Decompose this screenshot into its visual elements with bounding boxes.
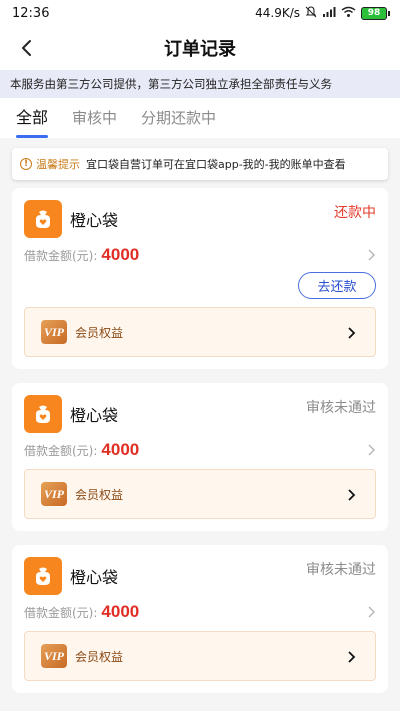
chevron-right-icon	[347, 649, 357, 668]
tip-label: 温馨提示	[36, 158, 80, 171]
nav-bar: 订单记录	[0, 26, 400, 70]
tab-bar: 全部 审核中 分期还款中	[0, 98, 400, 138]
status-icons: 44.9K/s 98	[255, 5, 390, 21]
vip-label: 会员权益	[75, 487, 124, 502]
order-card[interactable]: 橙心袋 审核未通过 借款金额(元): 4000 VIP 会员权益	[12, 545, 388, 693]
vip-label: 会员权益	[75, 325, 124, 340]
tab-reviewing[interactable]: 审核中	[72, 107, 117, 138]
signal-icon	[322, 6, 336, 21]
vip-icon: VIP	[41, 320, 67, 344]
tab-installment[interactable]: 分期还款中	[141, 107, 216, 138]
vip-icon: VIP	[41, 644, 67, 668]
back-icon[interactable]	[14, 35, 40, 61]
chevron-right-icon[interactable]	[366, 442, 376, 461]
info-icon: !	[20, 158, 32, 170]
chevron-right-icon	[347, 325, 357, 344]
app-name: 橙心袋	[70, 406, 119, 425]
amount-value: 4000	[101, 440, 140, 459]
chevron-right-icon[interactable]	[366, 247, 376, 266]
amount-value: 4000	[101, 602, 140, 621]
orange-bag-logo-icon	[24, 200, 62, 238]
service-notice: 本服务由第三方公司提供，第三方公司独立承担全部责任与义务	[0, 70, 400, 98]
network-speed: 44.9K/s	[255, 6, 300, 20]
amount-label: 借款金额(元):	[24, 443, 98, 458]
chevron-right-icon	[347, 487, 357, 506]
amount-label: 借款金额(元):	[24, 248, 98, 263]
amount-value: 4000	[101, 245, 140, 264]
tip-text: 宜口袋自营订单可在宜口袋app-我的-我的账单中查看	[86, 158, 346, 171]
battery-level: 98	[361, 6, 387, 20]
page-title: 订单记录	[164, 39, 236, 60]
wifi-icon	[341, 6, 356, 21]
vip-icon: VIP	[41, 482, 67, 506]
order-status: 审核未通过	[306, 562, 376, 578]
vip-benefits-bar[interactable]: VIP 会员权益	[24, 307, 376, 357]
order-card[interactable]: 橙心袋 审核未通过 借款金额(元): 4000 VIP 会员权益	[12, 383, 388, 531]
status-bar: 12:36 44.9K/s 98	[0, 0, 400, 26]
tab-all[interactable]: 全部	[16, 104, 49, 138]
vip-benefits-bar[interactable]: VIP 会员权益	[24, 469, 376, 519]
warm-tip: ! 温馨提示 宜口袋自营订单可在宜口袋app-我的-我的账单中查看	[12, 148, 388, 180]
orange-bag-logo-icon	[24, 557, 62, 595]
chevron-right-icon[interactable]	[366, 604, 376, 623]
status-time: 12:36	[12, 5, 50, 21]
amount-label: 借款金额(元):	[24, 605, 98, 620]
battery-icon: 98	[361, 6, 390, 20]
order-status: 还款中	[334, 205, 376, 221]
vip-benefits-bar[interactable]: VIP 会员权益	[24, 631, 376, 681]
orange-bag-logo-icon	[24, 395, 62, 433]
order-card[interactable]: 橙心袋 还款中 借款金额(元): 4000 去还款 VIP 会员权益	[12, 188, 388, 369]
app-name: 橙心袋	[70, 568, 119, 587]
order-list: ! 温馨提示 宜口袋自营订单可在宜口袋app-我的-我的账单中查看 橙心袋 还款…	[0, 138, 400, 693]
mute-icon	[305, 5, 317, 21]
vip-label: 会员权益	[75, 649, 124, 664]
app-name: 橙心袋	[70, 211, 119, 230]
order-status: 审核未通过	[306, 400, 376, 416]
repay-button[interactable]: 去还款	[298, 272, 376, 299]
